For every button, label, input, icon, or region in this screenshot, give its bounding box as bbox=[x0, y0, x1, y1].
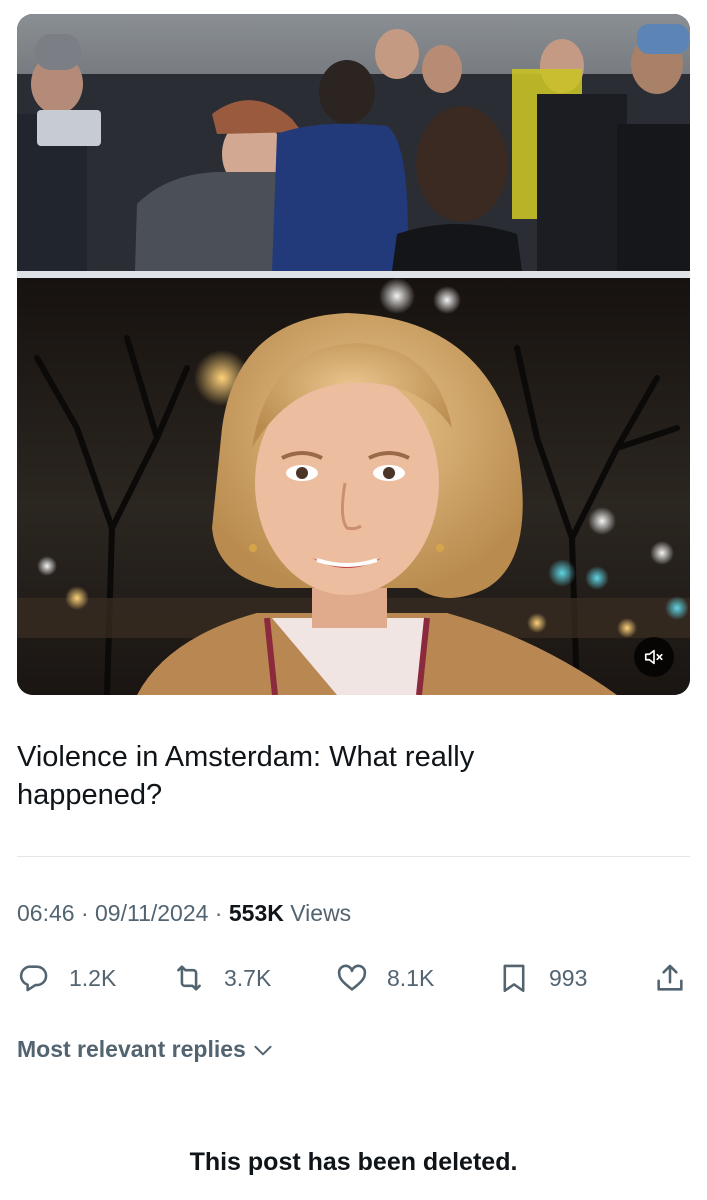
share-icon bbox=[657, 964, 683, 991]
tweet-media[interactable] bbox=[17, 14, 690, 695]
bookmark-count: 993 bbox=[549, 964, 588, 991]
post-meta: 06:46 · 09/11/2024 · 553K Views bbox=[17, 900, 351, 927]
heart-icon bbox=[337, 964, 367, 991]
media-top-frame bbox=[17, 14, 690, 271]
mute-button[interactable] bbox=[634, 637, 674, 677]
post-text: Violence in Amsterdam: What really happe… bbox=[17, 741, 475, 811]
reporter-image bbox=[17, 278, 690, 695]
repost-button[interactable]: 3.7K bbox=[172, 958, 271, 998]
share-button[interactable] bbox=[653, 958, 687, 998]
views-label: Views bbox=[283, 900, 352, 926]
like-button[interactable]: 8.1K bbox=[335, 958, 434, 998]
speaker-muted-icon bbox=[644, 649, 663, 665]
replies-sort-label: Most relevant replies bbox=[17, 1036, 246, 1062]
meta-separator: · bbox=[74, 900, 96, 926]
views-count[interactable]: 553K bbox=[229, 900, 284, 926]
chevron-down-icon bbox=[254, 1045, 272, 1055]
meta-separator: · bbox=[208, 900, 229, 926]
action-bar: 1.2K 3.7K 8.1K 993 bbox=[17, 958, 690, 998]
repost-icon bbox=[177, 965, 201, 991]
like-count: 8.1K bbox=[387, 964, 435, 991]
replies-sort-dropdown[interactable]: Most relevant replies bbox=[17, 1036, 276, 1063]
reply-icon bbox=[19, 965, 48, 992]
post-time[interactable]: 06:46 bbox=[17, 900, 75, 926]
crowd-image bbox=[17, 14, 690, 271]
divider bbox=[17, 856, 690, 857]
reply-count: 1.2K bbox=[69, 964, 117, 991]
bookmark-icon bbox=[503, 964, 525, 993]
media-divider bbox=[17, 271, 690, 278]
post-date[interactable]: 09/11/2024 bbox=[95, 900, 208, 926]
bookmark-button[interactable]: 993 bbox=[497, 958, 587, 998]
repost-count: 3.7K bbox=[224, 964, 272, 991]
reply-button[interactable]: 1.2K bbox=[17, 958, 116, 998]
media-bottom-frame bbox=[17, 278, 690, 695]
deleted-post-notice: This post has been deleted. bbox=[189, 1148, 518, 1176]
